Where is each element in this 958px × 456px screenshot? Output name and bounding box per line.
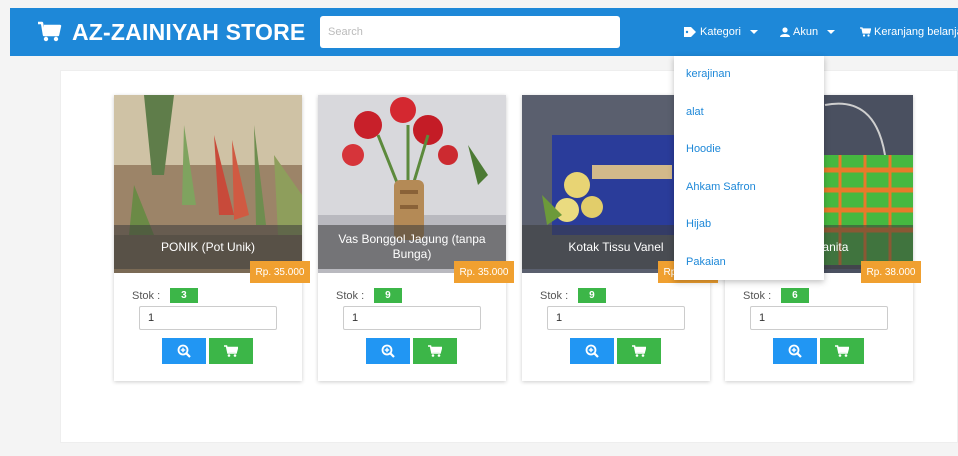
add-to-cart-button[interactable] [820,338,864,364]
view-detail-button[interactable] [570,338,614,364]
price-tag: Rp. 35.000 [250,261,310,283]
nav-cart-link[interactable]: Keranjang belanja [860,25,958,39]
nav-akun-label: Akun [793,26,819,38]
cart-icon [428,345,442,357]
user-icon [780,27,790,37]
tag-icon [684,27,696,37]
dropdown-item-alat[interactable]: alat [674,98,824,136]
cart-icon [860,27,871,37]
dropdown-item-pakaian[interactable]: Pakaian [674,248,824,286]
dropdown-item-ahkam-safron[interactable]: Ahkam Safron [674,173,824,211]
stock-badge: 3 [170,288,198,303]
product-card: PONIK (Pot Unik) Rp. 35.000 Stok : 3 [114,95,310,381]
quantity-input[interactable] [139,306,277,330]
stock-badge: 9 [374,288,402,303]
nav-cart-label: Keranjang belanja [874,26,958,38]
cart-icon [632,345,646,357]
chevron-down-icon [749,30,758,34]
price-tag: Rp. 35.000 [454,261,514,283]
search-plus-icon [177,344,191,358]
price-tag: Rp. 38.000 [861,261,921,283]
kategori-dropdown-menu: kerajinan alat Hoodie Ahkam Safron Hijab… [674,56,824,280]
stock-row: Stok : 3 [132,288,198,303]
view-detail-button[interactable] [366,338,410,364]
stock-row: Stok : 6 [743,288,809,303]
view-detail-button[interactable] [162,338,206,364]
search-plus-icon [788,344,802,358]
search-input[interactable] [320,16,620,48]
nav-kategori-label: Kategori [700,26,741,38]
cart-logo-icon [38,21,62,42]
product-card: Vas Bonggol Jagung (tanpa Bunga) Rp. 35.… [318,95,514,381]
quantity-input[interactable] [750,306,888,330]
dropdown-item-hijab[interactable]: Hijab [674,210,824,248]
stock-badge: 6 [781,288,809,303]
stock-label: Stok : [132,289,161,302]
cart-icon [224,345,238,357]
search-plus-icon [381,344,395,358]
chevron-down-icon [827,30,836,34]
quantity-input[interactable] [547,306,685,330]
stock-label: Stok : [336,289,365,302]
add-to-cart-button[interactable] [413,338,457,364]
stock-label: Stok : [540,289,569,302]
brand[interactable]: AZ-ZAINIYAH STORE [38,18,305,46]
add-to-cart-button[interactable] [209,338,253,364]
stock-badge: 9 [578,288,606,303]
stock-label: Stok : [743,289,772,302]
stock-row: Stok : 9 [540,288,606,303]
stock-row: Stok : 9 [336,288,402,303]
quantity-input[interactable] [343,306,481,330]
search-plus-icon [585,344,599,358]
navbar: AZ-ZAINIYAH STORE Kategori Akun Keranjan… [10,8,958,56]
cart-icon [835,345,849,357]
add-to-cart-button[interactable] [617,338,661,364]
view-detail-button[interactable] [773,338,817,364]
nav-kategori-dropdown[interactable]: Kategori [684,25,758,39]
nav-akun-dropdown[interactable]: Akun [780,25,836,39]
brand-title: AZ-ZAINIYAH STORE [72,18,306,45]
dropdown-item-hoodie[interactable]: Hoodie [674,135,824,173]
dropdown-item-kerajinan[interactable]: kerajinan [674,60,824,98]
